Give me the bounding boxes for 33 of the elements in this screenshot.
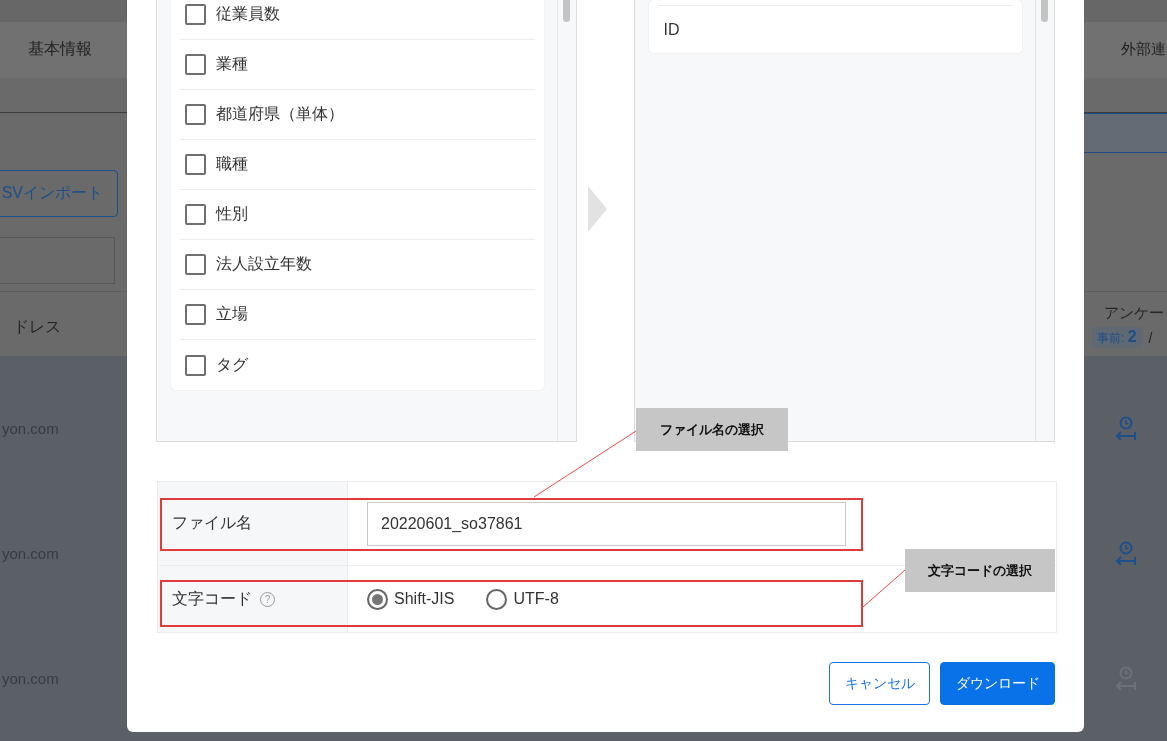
checkbox[interactable] <box>185 54 206 75</box>
checkbox[interactable] <box>185 254 206 275</box>
right-arrow-icon <box>587 185 607 232</box>
separator-text: / <box>1148 329 1153 346</box>
field-label[interactable]: 従業員数 <box>216 4 280 25</box>
radio-option[interactable]: UTF-8 <box>486 588 559 610</box>
column-header: ドレス <box>13 317 61 338</box>
leader-line <box>862 569 906 608</box>
callout-label: ファイル名の選択 <box>636 408 788 451</box>
radio-option[interactable]: Shift-JIS <box>367 588 455 610</box>
scrollbar-thumb[interactable] <box>1041 0 1048 22</box>
scrollbar-thumb[interactable] <box>562 0 570 22</box>
field-label[interactable]: 法人設立年数 <box>216 254 312 275</box>
callout-label: 文字コードの選択 <box>905 549 1055 592</box>
field-label[interactable]: タグ <box>216 354 248 376</box>
field-label[interactable]: 職種 <box>216 154 248 175</box>
field-label[interactable]: 性別 <box>216 204 248 225</box>
field-label[interactable]: 立場 <box>216 304 248 325</box>
cancel-button[interactable]: キャンセル <box>829 662 930 705</box>
checkbox[interactable] <box>185 304 206 325</box>
form-label: ファイル名 <box>172 513 252 533</box>
checkbox[interactable] <box>185 104 206 125</box>
checkbox[interactable] <box>185 4 206 25</box>
count-badge: 事前: 2 <box>1092 327 1142 349</box>
field-label[interactable]: 業種 <box>216 54 248 75</box>
column-header: アンケー <box>1104 304 1165 324</box>
field-label[interactable]: 都道府県（単体） <box>216 104 344 125</box>
checkbox[interactable] <box>185 154 206 175</box>
download-button[interactable]: ダウンロード <box>940 662 1055 705</box>
file-name-field[interactable]: 20220601_so37861 <box>367 501 846 546</box>
checkbox[interactable] <box>185 204 206 225</box>
checkbox[interactable] <box>185 354 206 376</box>
form-label: 文字コード <box>172 588 252 609</box>
